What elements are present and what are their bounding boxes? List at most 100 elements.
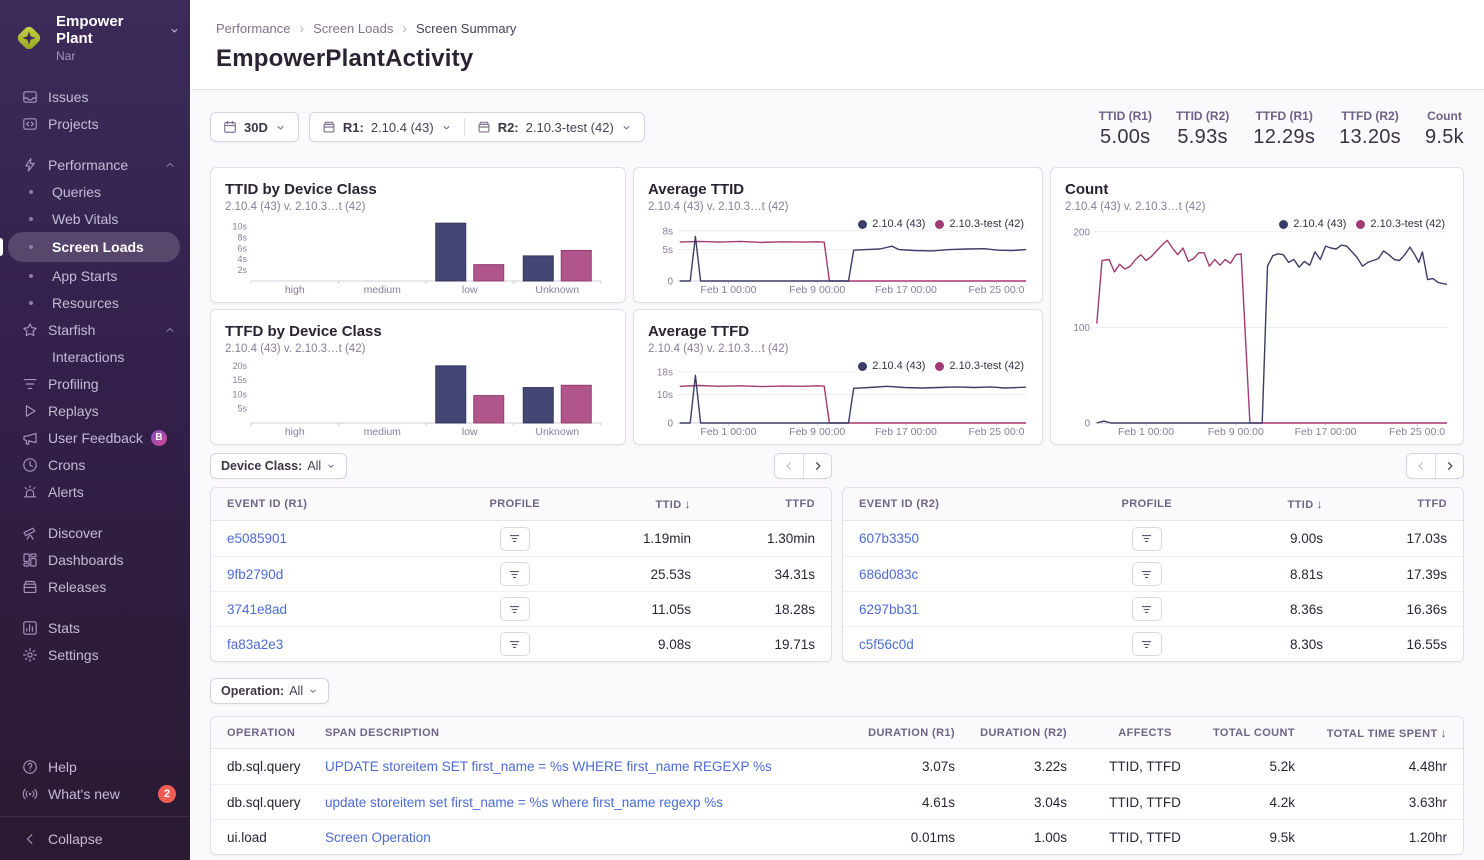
sidebar-item-projects[interactable]: Projects [0, 110, 190, 137]
chart-title: Average TTID [648, 180, 1028, 199]
event-id-link[interactable]: 6297bb31 [859, 602, 919, 617]
calendar-icon [223, 120, 237, 134]
affects-value: TTID, TTFD [1109, 759, 1181, 774]
sidebar-item-web-vitals[interactable]: Web Vitals [0, 205, 190, 232]
profile-button[interactable] [500, 632, 530, 656]
chart-legend: 2.10.4 (43) 2.10.3-test (42) [856, 218, 1026, 230]
sidebar-item-collapse[interactable]: Collapse [0, 816, 190, 852]
breadcrumb-item-screen-loads[interactable]: Screen Loads [313, 21, 393, 36]
legend-item-2-10-4-43[interactable]: 2.10.4 (43) [1279, 218, 1346, 230]
sidebar-item-what-s-new[interactable]: What's new2 [0, 780, 190, 807]
sidebar-item-starfish[interactable]: Starfish [0, 316, 190, 343]
next-page-button[interactable] [803, 454, 831, 478]
operation-filter[interactable]: Operation: All [210, 678, 329, 704]
span-description-link[interactable]: update storeitem set first_name = %s whe… [325, 795, 723, 810]
ttid-cell: 8.30s [1215, 637, 1339, 652]
sidebar-item-queries[interactable]: Queries [0, 178, 190, 205]
column-header-affects[interactable]: AFFECTS [1083, 727, 1207, 739]
event-id-link[interactable]: 9fb2790d [227, 567, 283, 582]
legend-item-2-10-4-43[interactable]: 2.10.4 (43) [858, 360, 925, 372]
sidebar-item-label: Profiling [48, 376, 99, 392]
column-header-ttid[interactable]: TTID↓ [1215, 497, 1339, 511]
sidebar-item-stats[interactable]: Stats [0, 614, 190, 641]
device-class-filter[interactable]: Device Class: All [210, 453, 347, 479]
svg-text:8s: 8s [237, 232, 247, 242]
sidebar-item-label: Collapse [48, 831, 102, 847]
main-content: Performance›Screen Loads›Screen Summary … [190, 0, 1484, 860]
column-header-total-count[interactable]: TOTAL COUNT [1207, 727, 1311, 739]
column-header-event-id-r2: EVENT ID (R2) [843, 498, 1079, 510]
profile-button[interactable] [1132, 597, 1162, 621]
sidebar-item-user-feedback[interactable]: User FeedbackB [0, 424, 190, 451]
operation-cell: db.sql.query [211, 795, 309, 810]
previous-page-button[interactable] [775, 454, 803, 478]
profile-button[interactable] [1132, 527, 1162, 551]
sort-direction-icon: ↓ [1441, 726, 1447, 740]
column-header-total-time-spent[interactable]: TOTAL TIME SPENT↓ [1311, 726, 1463, 740]
legend-item-2-10-3-test-42[interactable]: 2.10.3-test (42) [1356, 218, 1445, 230]
column-header-duration-r2[interactable]: DURATION (R2) [971, 727, 1083, 739]
sidebar-item-profiling[interactable]: Profiling [0, 370, 190, 397]
ttid-cell: 8.81s [1215, 567, 1339, 582]
profile-button[interactable] [1132, 632, 1162, 656]
profile-button[interactable] [500, 597, 530, 621]
event-id-link[interactable]: c5f56c0d [859, 637, 914, 652]
sidebar-item-discover[interactable]: Discover [0, 519, 190, 546]
release-r1-filter[interactable]: R1: 2.10.4 (43) [310, 113, 464, 141]
profile-button[interactable] [500, 562, 530, 586]
svg-text:10s: 10s [232, 221, 247, 231]
next-page-button[interactable] [1435, 454, 1463, 478]
event-id-link[interactable]: 3741e8ad [227, 602, 287, 617]
column-header-duration-r1[interactable]: DURATION (R1) [859, 727, 971, 739]
chevron-down-icon [621, 122, 632, 133]
date-range-filter[interactable]: 30D [210, 112, 299, 142]
span-description-link[interactable]: UPDATE storeitem SET first_name = %s WHE… [325, 759, 772, 774]
org-switcher[interactable]: Empower Plant Nar [0, 0, 190, 75]
sidebar-item-screen-loads[interactable]: Screen Loads [8, 232, 180, 262]
event-id-link[interactable]: 686d083c [859, 567, 918, 582]
event-id-link[interactable]: e5085901 [227, 531, 287, 546]
chevron-left-icon [22, 831, 38, 847]
sidebar-item-dashboards[interactable]: Dashboards [0, 546, 190, 573]
legend-item-2-10-3-test-42[interactable]: 2.10.3-test (42) [935, 360, 1024, 372]
sidebar-item-interactions[interactable]: Interactions [0, 343, 190, 370]
breadcrumb-item-screen-summary: Screen Summary [416, 21, 516, 36]
operation-cell: db.sql.query [211, 759, 309, 774]
profile-button[interactable] [1132, 562, 1162, 586]
operation-filter-row: Operation: All [190, 662, 1484, 704]
operation-filter-label: Operation: [221, 684, 284, 698]
affects-value: TTID, TTFD [1109, 795, 1181, 810]
count-chart: Count2.10.4 (43) v. 2.10.3…t (42)2.10.4 … [1050, 167, 1464, 445]
operation-filter-value: All [289, 684, 303, 698]
sidebar-item-settings[interactable]: Settings [0, 641, 190, 668]
profile-button[interactable] [500, 527, 530, 551]
sidebar-item-crons[interactable]: Crons [0, 451, 190, 478]
column-header-ttid[interactable]: TTID↓ [583, 497, 707, 511]
chevron-right-icon [812, 460, 824, 472]
breadcrumb: Performance›Screen Loads›Screen Summary [216, 20, 1458, 36]
event-id-link[interactable]: 607b3350 [859, 531, 919, 546]
profile-cell-icon [508, 603, 521, 616]
sidebar-item-app-starts[interactable]: App Starts [0, 262, 190, 289]
event-id-link[interactable]: fa83a2e3 [227, 637, 283, 652]
sidebar-item-performance[interactable]: Performance [0, 151, 190, 178]
column-header-ttfd[interactable]: TTFD [707, 498, 831, 510]
previous-page-button[interactable] [1407, 454, 1435, 478]
legend-item-2-10-3-test-42[interactable]: 2.10.3-test (42) [935, 218, 1024, 230]
breadcrumb-item-performance[interactable]: Performance [216, 21, 290, 36]
event-tables-row: EVENT ID (R1)PROFILETTID↓TTFDe50859011.1… [190, 479, 1484, 662]
sidebar-item-issues[interactable]: Issues [0, 83, 190, 110]
span-description-cell: update storeitem set first_name = %s whe… [309, 795, 859, 810]
summary-metrics: TTID (R1)5.00sTTID (R2)5.93sTTFD (R1)12.… [1099, 109, 1464, 149]
sidebar-item-alerts[interactable]: Alerts [0, 478, 190, 505]
span-description-link[interactable]: Screen Operation [325, 830, 431, 845]
sidebar-item-replays[interactable]: Replays [0, 397, 190, 424]
svg-text:20s: 20s [232, 361, 247, 371]
sidebar-item-resources[interactable]: Resources [0, 289, 190, 316]
release-r2-filter[interactable]: R2: 2.10.3-test (42) [465, 113, 644, 141]
profile-cell-icon [508, 532, 521, 545]
legend-item-2-10-4-43[interactable]: 2.10.4 (43) [858, 218, 925, 230]
sidebar-item-help[interactable]: Help [0, 753, 190, 780]
column-header-ttfd[interactable]: TTFD [1339, 498, 1463, 510]
sidebar-item-releases[interactable]: Releases [0, 573, 190, 600]
